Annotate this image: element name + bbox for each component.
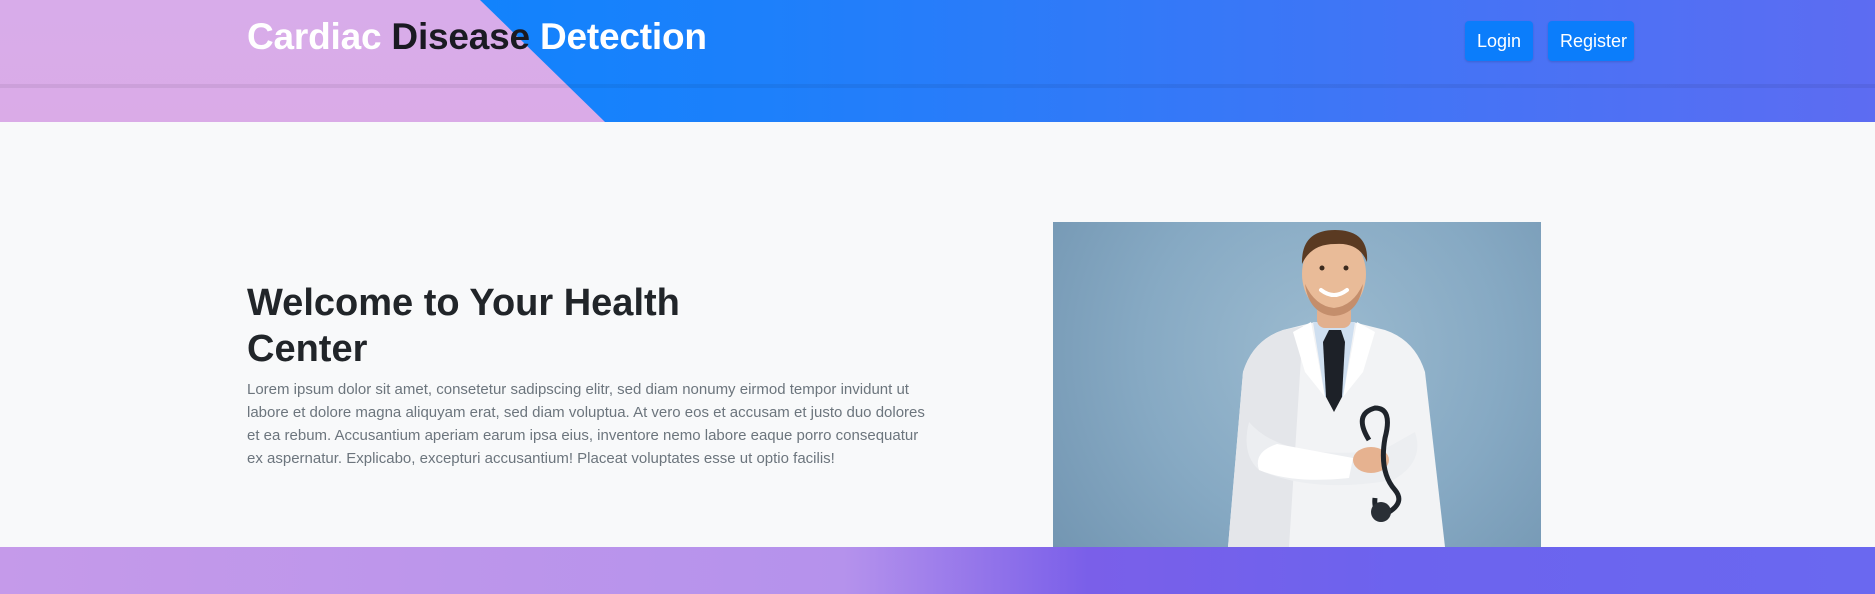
doctor-illustration [1228, 230, 1445, 547]
brand-word-cardiac: Cardiac [247, 16, 392, 57]
footer-band [0, 547, 1875, 594]
site-header: Cardiac Disease Detection Login Register [0, 0, 1875, 122]
navbar-shadow [0, 84, 1875, 88]
hero-title: Welcome to Your Health Center [247, 282, 680, 370]
doctor-image [1053, 222, 1541, 547]
brand-title[interactable]: Cardiac Disease Detection [247, 16, 707, 58]
login-button[interactable]: Login [1465, 21, 1533, 61]
register-button[interactable]: Register [1548, 21, 1634, 61]
brand-word-disease: Disease [391, 16, 530, 57]
brand-word-detection: Detection [529, 16, 707, 57]
hero-description: Lorem ipsum dolor sit amet, consetetur s… [247, 381, 925, 467]
